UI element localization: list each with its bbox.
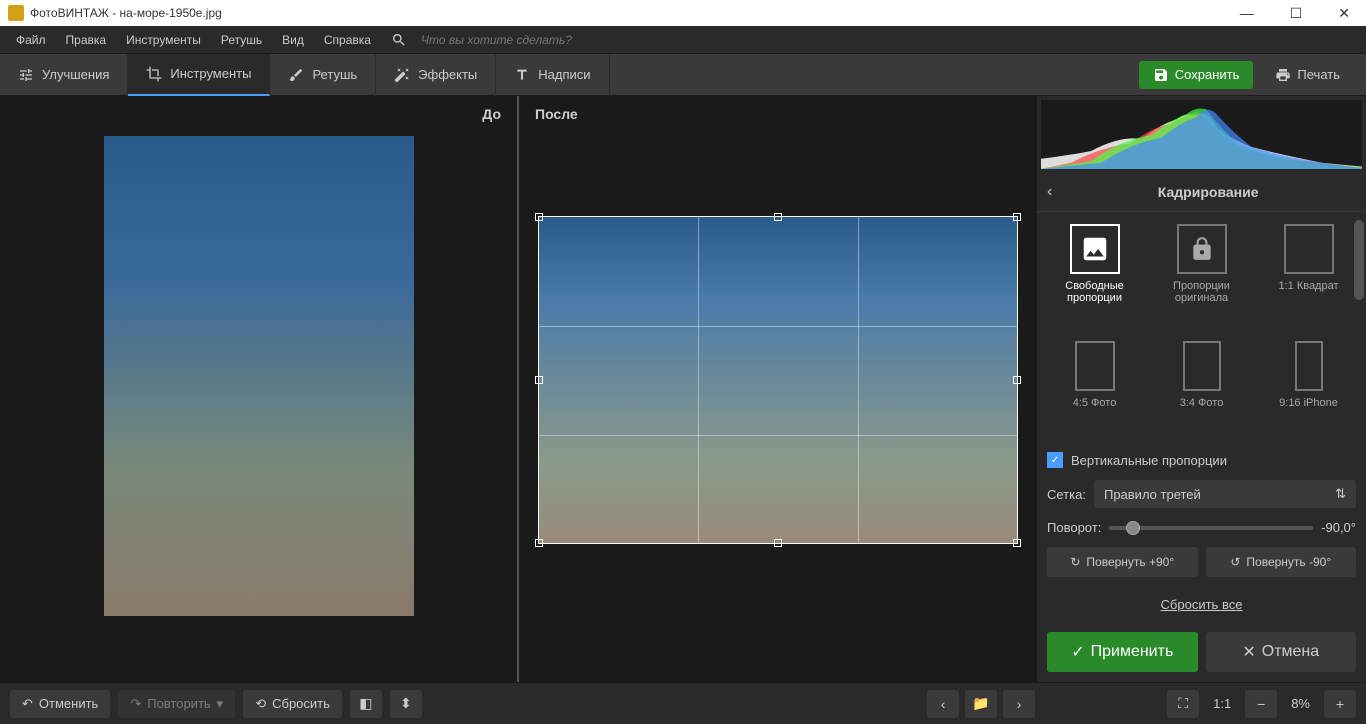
apply-button[interactable]: ✓ Применить [1047,632,1198,672]
zoom-out-button[interactable]: − [1245,690,1277,718]
print-button[interactable]: Печать [1261,61,1354,89]
grid-label: Сетка: [1047,487,1086,502]
close-button[interactable]: ✕ [1330,3,1358,24]
crop-handle-rm[interactable] [1013,376,1021,384]
preset-original[interactable]: Пропорции оригинала [1152,220,1251,329]
histogram [1041,100,1362,169]
tab-tools[interactable]: Инструменты [128,54,270,96]
save-icon [1153,67,1169,83]
close-icon: ✕ [1242,642,1255,662]
preset-scrollbar[interactable] [1354,220,1364,300]
crop-handle-tm[interactable] [774,213,782,221]
tab-retouch[interactable]: Ретушь [270,54,376,96]
folder-button[interactable]: 📁 [965,690,997,718]
print-icon [1275,67,1291,83]
wand-icon [394,67,410,83]
after-label: После [535,106,578,122]
back-button[interactable]: ‹ [1047,183,1052,201]
zoom-ratio[interactable]: 1:1 [1205,696,1239,711]
menu-file[interactable]: Файл [8,29,54,51]
preview-before: До [0,96,519,682]
menu-edit[interactable]: Правка [58,29,115,51]
title-bar: ФотоВИНТАЖ - на-море-1950е.jpg — ☐ ✕ [0,0,1366,26]
cancel-button[interactable]: ✕ Отмена [1206,632,1357,672]
after-image-wrap[interactable] [538,216,1018,544]
brush-icon [288,67,304,83]
menu-retouch[interactable]: Ретушь [213,29,270,51]
sliders-icon [18,67,34,83]
check-icon: ✓ [1071,642,1084,662]
rotate-slider-thumb[interactable] [1126,521,1140,535]
rotate-minus-button[interactable]: ↺ Повернуть -90° [1206,547,1357,577]
chevron-updown-icon: ⇅ [1335,486,1346,502]
tab-enhance[interactable]: Улучшения [0,54,128,96]
crop-handle-lm[interactable] [535,376,543,384]
main-toolbar: Улучшения Инструменты Ретушь Эффекты Над… [0,54,1366,96]
undo-icon: ↶ [22,696,33,712]
preview-after: После [519,96,1036,682]
save-button[interactable]: Сохранить [1139,61,1254,89]
app-icon [8,5,24,21]
preview-area: До После [0,96,1036,682]
menu-bar: Файл Правка Инструменты Ретушь Вид Справ… [0,26,1366,54]
right-panel: ‹ Кадрирование Свободные пропорции Пропо… [1036,96,1366,682]
compare-button[interactable]: ◧ [350,690,382,718]
prev-button[interactable]: ‹ [927,690,959,718]
fit-button[interactable]: ⛶ [1167,690,1199,718]
rotate-plus-button[interactable]: ↻ Повернуть +90° [1047,547,1198,577]
split-button[interactable]: ⬍ [390,690,422,718]
crop-icon [146,66,162,82]
preset-9-16[interactable]: 9:16 iPhone [1259,337,1358,434]
preset-3-4[interactable]: 3:4 Фото [1152,337,1251,434]
undo-button[interactable]: ↶ Отменить [10,690,110,718]
preset-free[interactable]: Свободные пропорции [1045,220,1144,329]
minimize-button[interactable]: — [1232,3,1262,24]
rotate-value: -90,0° [1321,520,1356,535]
search-box[interactable]: Что вы хотите сделать? [391,29,580,51]
rotate-cw-icon: ↻ [1070,555,1080,569]
window-title: ФотоВИНТАЖ - на-море-1950е.jpg [30,6,222,20]
search-icon [391,32,407,48]
vertical-checkbox[interactable]: ✓ [1047,452,1063,468]
crop-handle-tl[interactable] [535,213,543,221]
preset-4-5[interactable]: 4:5 Фото [1045,337,1144,434]
tab-text[interactable]: Надписи [496,54,609,96]
reset-all-link[interactable]: Сбросить все [1047,597,1356,612]
vertical-checkbox-row[interactable]: ✓ Вертикальные пропорции [1047,452,1356,468]
crop-presets: Свободные пропорции Пропорции оригинала … [1037,212,1366,442]
crop-handle-br[interactable] [1013,539,1021,547]
before-label: До [482,106,501,122]
next-button[interactable]: › [1003,690,1035,718]
menu-help[interactable]: Справка [316,29,379,51]
search-placeholder: Что вы хотите сделать? [413,29,580,51]
tab-effects[interactable]: Эффекты [376,54,496,96]
crop-handle-tr[interactable] [1013,213,1021,221]
redo-button[interactable]: ↷ Повторить ▾ [118,690,235,718]
zoom-in-button[interactable]: + [1324,690,1356,718]
rotate-label: Поворот: [1047,520,1101,535]
chevron-down-icon: ▾ [217,696,224,712]
panel-title: Кадрирование [1060,184,1356,200]
before-image [104,136,414,616]
rotate-slider[interactable] [1109,526,1313,530]
crop-overlay[interactable] [538,216,1018,544]
crop-handle-bm[interactable] [774,539,782,547]
reset-button[interactable]: ⟲ Сбросить [243,690,342,718]
menu-tools[interactable]: Инструменты [118,29,209,51]
grid-select[interactable]: Правило третей ⇅ [1094,480,1356,508]
zoom-percent: 8% [1283,696,1318,711]
maximize-button[interactable]: ☐ [1282,3,1311,24]
reset-icon: ⟲ [255,696,266,712]
preset-square[interactable]: 1:1 Квадрат [1259,220,1358,329]
crop-handle-bl[interactable] [535,539,543,547]
redo-icon: ↷ [130,696,141,712]
panel-header: ‹ Кадрирование [1037,173,1366,212]
bottom-bar: ↶ Отменить ↷ Повторить ▾ ⟲ Сбросить ◧ ⬍ … [0,682,1366,724]
rotate-ccw-icon: ↺ [1230,555,1240,569]
menu-view[interactable]: Вид [274,29,312,51]
text-icon [514,67,530,83]
